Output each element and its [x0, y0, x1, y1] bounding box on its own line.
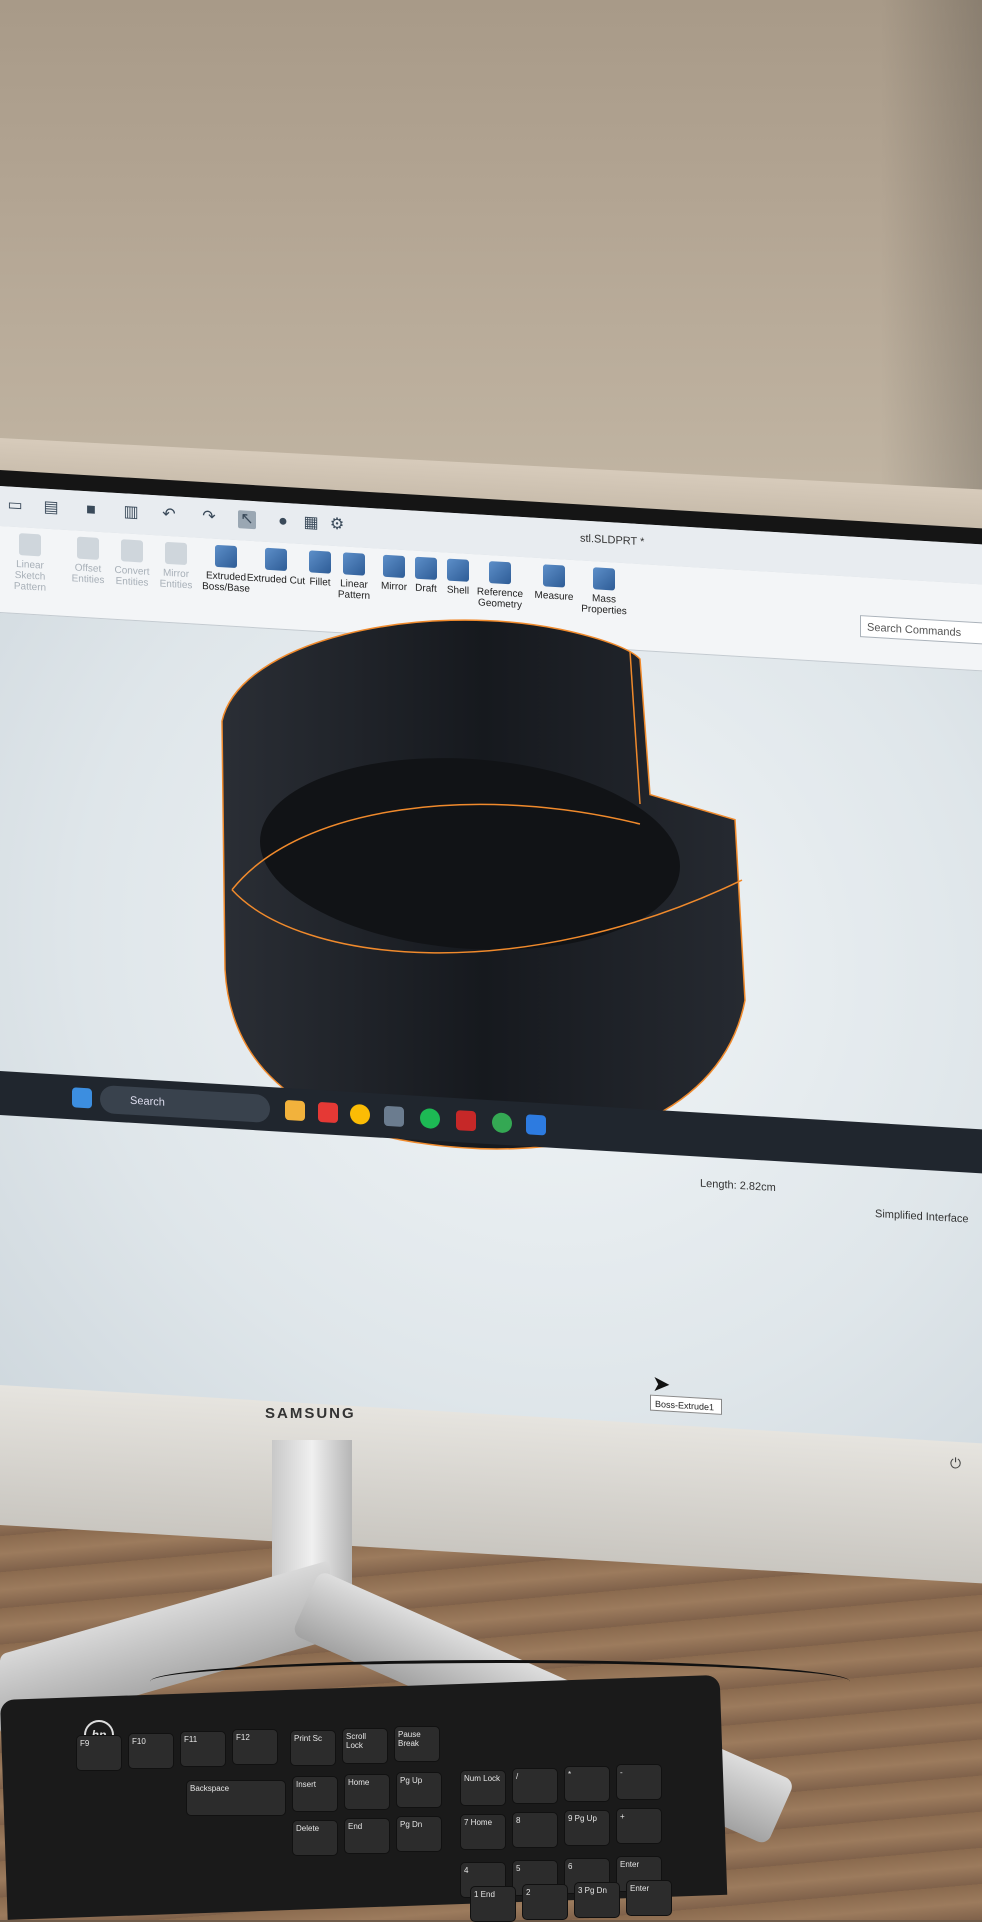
keyboard-key[interactable]: - — [616, 1764, 662, 1800]
keyboard-key[interactable]: F12 — [232, 1729, 278, 1765]
keyboard-key[interactable]: Pg Dn — [396, 1816, 442, 1852]
keyboard-key[interactable]: / — [512, 1768, 558, 1804]
keyboard-keys: F9 F10 F11 F12 Print Sc Scroll Lock Pause Brea… — [0, 0, 982, 1922]
keyboard-key[interactable]: 9 Pg Up — [564, 1810, 610, 1846]
keyboard-key[interactable]: Num Lock — [460, 1770, 506, 1806]
keyboard-key[interactable]: Home — [344, 1774, 390, 1810]
keyboard-key[interactable]: F11 — [180, 1731, 226, 1767]
keyboard-key[interactable]: End — [344, 1818, 390, 1854]
keyboard-key[interactable]: Enter — [626, 1880, 672, 1916]
keyboard-key[interactable]: Insert — [292, 1776, 338, 1812]
keyboard-key[interactable]: 3 Pg Dn — [574, 1882, 620, 1918]
keyboard-key[interactable]: F10 — [128, 1733, 174, 1769]
keyboard-key[interactable]: Scroll Lock — [342, 1728, 388, 1764]
keyboard-key[interactable]: F9 — [76, 1735, 122, 1771]
keyboard-key[interactable]: Pause Break — [394, 1726, 440, 1762]
keyboard-key[interactable]: 1 End — [470, 1886, 516, 1922]
keyboard-key[interactable]: Pg Up — [396, 1772, 442, 1808]
keyboard-key[interactable]: 7 Home — [460, 1814, 506, 1850]
keyboard-key[interactable]: 8 — [512, 1812, 558, 1848]
keyboard-key[interactable]: + — [616, 1808, 662, 1844]
keyboard-key[interactable]: Print Sc — [290, 1730, 336, 1766]
keyboard-key[interactable]: Backspace — [186, 1780, 286, 1816]
keyboard-key[interactable]: * — [564, 1766, 610, 1802]
keyboard-key[interactable]: Delete — [292, 1820, 338, 1856]
keyboard-key[interactable]: 2 — [522, 1884, 568, 1920]
